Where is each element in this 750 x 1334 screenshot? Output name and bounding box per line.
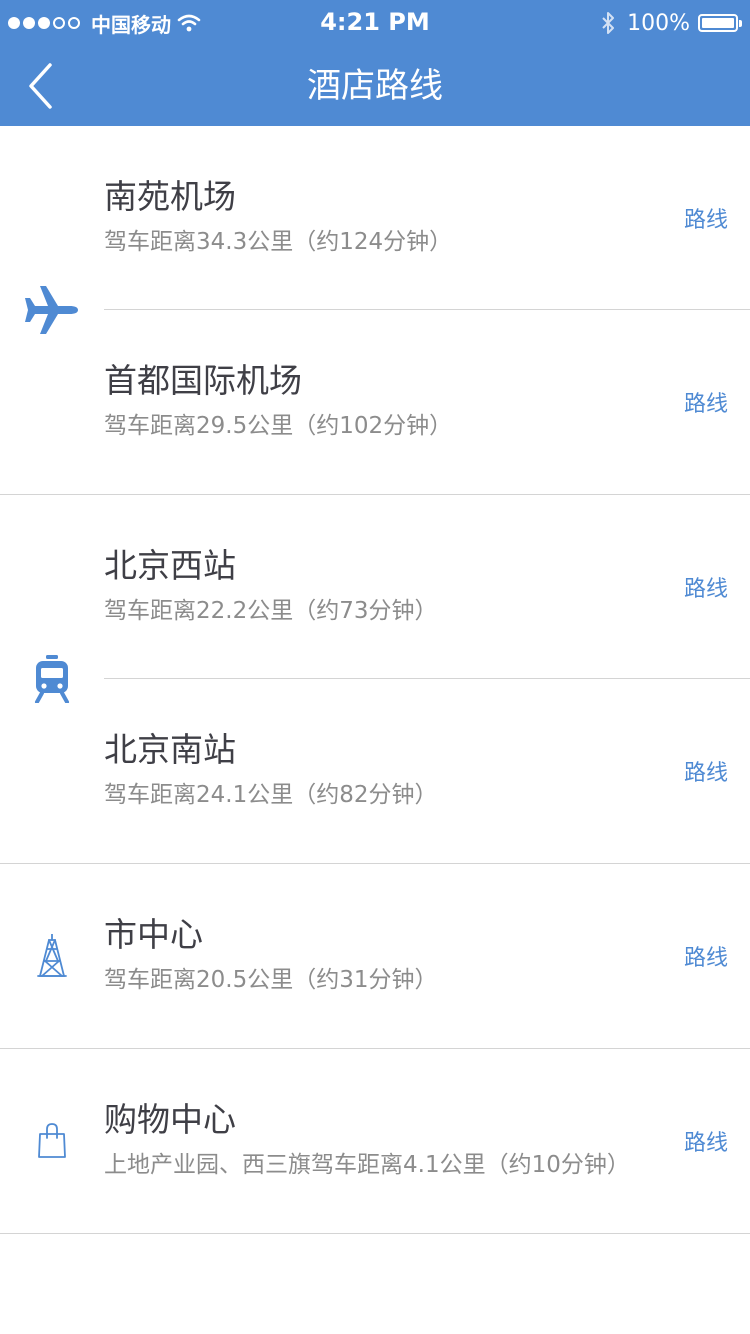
item-title: 北京西站 — [104, 546, 236, 585]
city-center-group: 市中心 驾车距离20.5公里（约31分钟） 路线 — [0, 864, 750, 1049]
list-item[interactable]: 市中心 驾车距离20.5公里（约31分钟） 路线 — [0, 864, 750, 1048]
item-title: 南苑机场 — [104, 177, 236, 216]
route-link[interactable]: 路线 — [684, 386, 728, 418]
shopping-group: 购物中心 上地产业园、西三旗驾车距离4.1公里（约10分钟） 路线 — [0, 1049, 750, 1234]
page-title: 酒店路线 — [307, 66, 443, 106]
airport-group: 南苑机场 驾车距离34.3公里（约124分钟） 路线 首都国际机场 驾车距离29… — [0, 126, 750, 495]
route-link[interactable]: 路线 — [684, 755, 728, 787]
status-bar: 中国移动 4:21 PM 100% — [0, 0, 750, 46]
item-subtitle: 驾车距离20.5公里（约31分钟） — [104, 967, 438, 993]
list-item[interactable]: 北京南站 驾车距离24.1公里（约82分钟） 路线 — [0, 679, 750, 863]
route-link[interactable]: 路线 — [684, 571, 728, 603]
route-link[interactable]: 路线 — [684, 1125, 728, 1157]
item-title: 北京南站 — [104, 730, 236, 769]
item-title: 首都国际机场 — [104, 361, 302, 400]
battery-icon — [698, 14, 742, 32]
item-subtitle: 驾车距离24.1公里（约82分钟） — [104, 782, 438, 808]
list-item[interactable]: 南苑机场 驾车距离34.3公里（约124分钟） 路线 — [0, 126, 750, 310]
train-station-group: 北京西站 驾车距离22.2公里（约73分钟） 路线 北京南站 驾车距离24.1公… — [0, 495, 750, 864]
status-bar-right: 100% — [601, 9, 742, 37]
item-subtitle: 驾车距离22.2公里（约73分钟） — [104, 598, 438, 624]
item-subtitle: 驾车距离34.3公里（约124分钟） — [104, 229, 453, 255]
item-subtitle: 上地产业园、西三旗驾车距离4.1公里（约10分钟） — [104, 1152, 630, 1178]
list-item[interactable]: 首都国际机场 驾车距离29.5公里（约102分钟） 路线 — [0, 310, 750, 494]
bluetooth-icon — [601, 11, 615, 35]
item-title: 市中心 — [104, 915, 203, 954]
battery-tip — [739, 20, 742, 27]
item-title: 购物中心 — [104, 1100, 236, 1139]
route-list: 南苑机场 驾车距离34.3公里（约124分钟） 路线 首都国际机场 驾车距离29… — [0, 126, 750, 1234]
item-subtitle: 驾车距离29.5公里（约102分钟） — [104, 413, 453, 439]
battery-percent: 100% — [627, 10, 690, 36]
list-item[interactable]: 购物中心 上地产业园、西三旗驾车距离4.1公里（约10分钟） 路线 — [0, 1049, 750, 1233]
list-item[interactable]: 北京西站 驾车距离22.2公里（约73分钟） 路线 — [0, 495, 750, 679]
route-link[interactable]: 路线 — [684, 202, 728, 234]
route-link[interactable]: 路线 — [684, 940, 728, 972]
nav-bar: 酒店路线 — [0, 46, 750, 126]
battery-fill — [702, 18, 734, 28]
